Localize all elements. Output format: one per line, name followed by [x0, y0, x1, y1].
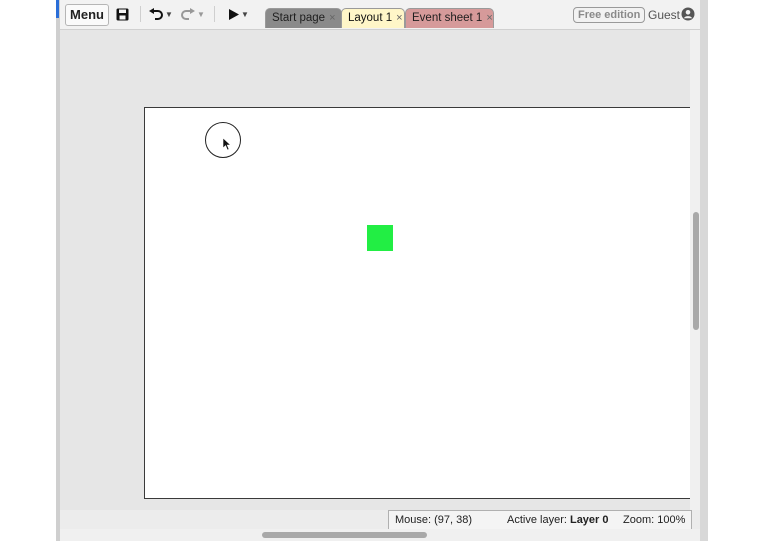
active-layer-value: Layer 0 [569, 514, 609, 526]
status-bar: Mouse: (97, 38) Active layer: Layer 0 Zo… [388, 510, 692, 530]
tab-event-sheet-1[interactable]: Event sheet 1 × [405, 8, 494, 28]
undo-icon [149, 8, 164, 20]
mouse-pointer-icon [223, 138, 232, 151]
tab-label: Start page [272, 12, 326, 24]
layout-canvas[interactable] [144, 107, 691, 499]
zoom-readout: Zoom: 100% [623, 514, 686, 526]
tab-label: Event sheet 1 [412, 12, 483, 24]
play-icon [229, 8, 240, 20]
undo-button[interactable]: ▼ [148, 5, 174, 23]
undo-dropdown-icon: ▼ [165, 9, 173, 19]
preview-dropdown-icon: ▼ [241, 9, 249, 19]
tab-start-page[interactable]: Start page × [265, 8, 342, 28]
save-icon[interactable] [115, 5, 129, 23]
redo-dropdown-icon: ▼ [197, 9, 205, 19]
user-name-label: Guest [648, 8, 681, 22]
toolbar-separator [214, 6, 215, 22]
close-icon[interactable]: × [486, 9, 492, 28]
window-right-edge [700, 0, 708, 541]
layout-view-workspace[interactable] [60, 30, 691, 510]
vertical-scroll-thumb[interactable] [693, 212, 699, 330]
horizontal-scrollbar[interactable] [60, 529, 702, 541]
main-toolbar: Menu ▼ ▼ ▼ Start page × Layout 1 × Event… [60, 0, 702, 30]
free-edition-badge[interactable]: Free edition [573, 7, 646, 23]
user-account-icon[interactable] [681, 7, 695, 24]
redo-icon [181, 8, 196, 20]
close-icon[interactable]: × [396, 9, 402, 28]
close-icon[interactable]: × [329, 9, 335, 28]
editor-app: Menu ▼ ▼ ▼ Start page × Layout 1 × Event… [60, 0, 702, 541]
horizontal-scroll-thumb[interactable] [262, 532, 427, 538]
redo-button[interactable]: ▼ [180, 5, 206, 23]
toolbar-separator [140, 6, 141, 22]
preview-button[interactable]: ▼ [226, 5, 252, 23]
mouse-position-readout: Mouse: (97, 38) [395, 514, 473, 526]
window-accent-marker [56, 0, 59, 18]
tab-layout-1[interactable]: Layout 1 × [341, 8, 405, 28]
tab-label: Layout 1 [348, 12, 393, 24]
green-sprite-object[interactable] [367, 225, 393, 251]
menu-button[interactable]: Menu [65, 4, 109, 26]
active-layer-readout: Active layer: Layer 0 [507, 514, 609, 526]
